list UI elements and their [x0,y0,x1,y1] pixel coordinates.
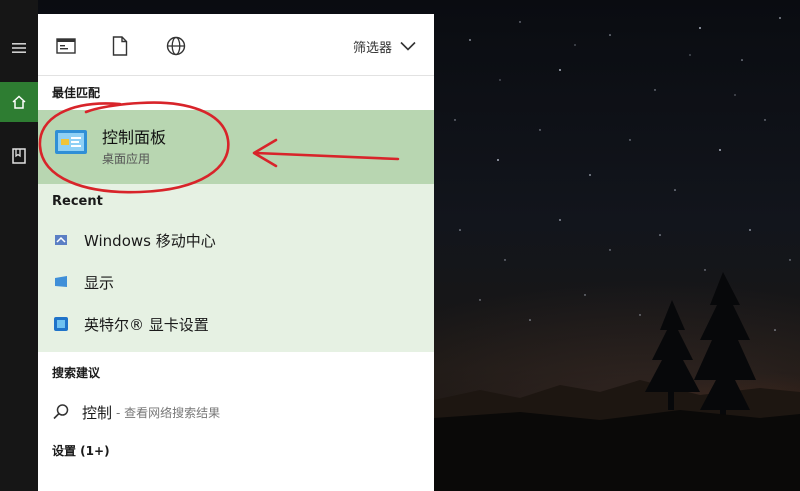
start-menu-strip [0,0,38,491]
display-icon [52,273,70,291]
filter-label: 筛选器 [352,40,392,56]
recent-item-label: Windows 移动中心 [84,231,216,250]
notebook-icon [12,148,26,164]
recent-item-label: 显示 [84,273,115,292]
hamburger-menu-button[interactable] [0,28,38,68]
intel-graphics-icon [52,315,70,333]
recent-item-display[interactable]: 显示 [38,262,434,302]
mobility-center-icon [52,231,70,249]
web-scope-button[interactable] [164,34,188,58]
apps-icon [56,38,76,54]
recent-item-label: 英特尔® 显卡设置 [84,315,209,334]
settings-heading[interactable]: 设置 (1+) [52,442,110,459]
stars [454,17,791,331]
filter-dropdown[interactable]: 筛选器 [353,34,416,58]
search-suggestions-heading: 搜索建议 [52,366,101,380]
home-button[interactable] [0,82,38,122]
suggestion-hint: - 查看网络搜索结果 [116,405,221,420]
web-search-suggestion[interactable]: 控制 - 查看网络搜索结果 [38,394,434,430]
document-icon [112,36,128,56]
chevron-down-icon [400,41,416,51]
recent-heading: Recent [52,194,103,209]
recent-item-mobility-center[interactable]: Windows 移动中心 [38,220,434,260]
search-results-panel: 筛选器 最佳匹配 控制面板 桌面应用 Recent Windows 移动中心 显… [38,14,434,491]
best-match-title: 控制面板 [102,128,167,147]
control-panel-icon [55,130,87,154]
recent-item-intel-graphics[interactable]: 英特尔® 显卡设置 [38,304,434,344]
search-icon [53,404,69,420]
suggestion-query: 控制 [82,403,113,422]
recent-section: Recent Windows 移动中心 显示 英特尔® 显卡设置 [38,184,434,352]
best-match-subtitle: 桌面应用 [102,152,151,166]
notebook-button[interactable] [0,136,38,176]
foreground [434,410,800,491]
apps-scope-button[interactable] [54,34,78,58]
best-match-result[interactable]: 控制面板 桌面应用 [38,110,434,184]
search-scope-toolbar: 筛选器 [38,14,434,76]
best-match-heading: 最佳匹配 [52,86,101,100]
web-icon [166,36,186,56]
documents-scope-button[interactable] [108,34,132,58]
hamburger-icon [12,43,26,53]
home-icon [12,95,26,109]
